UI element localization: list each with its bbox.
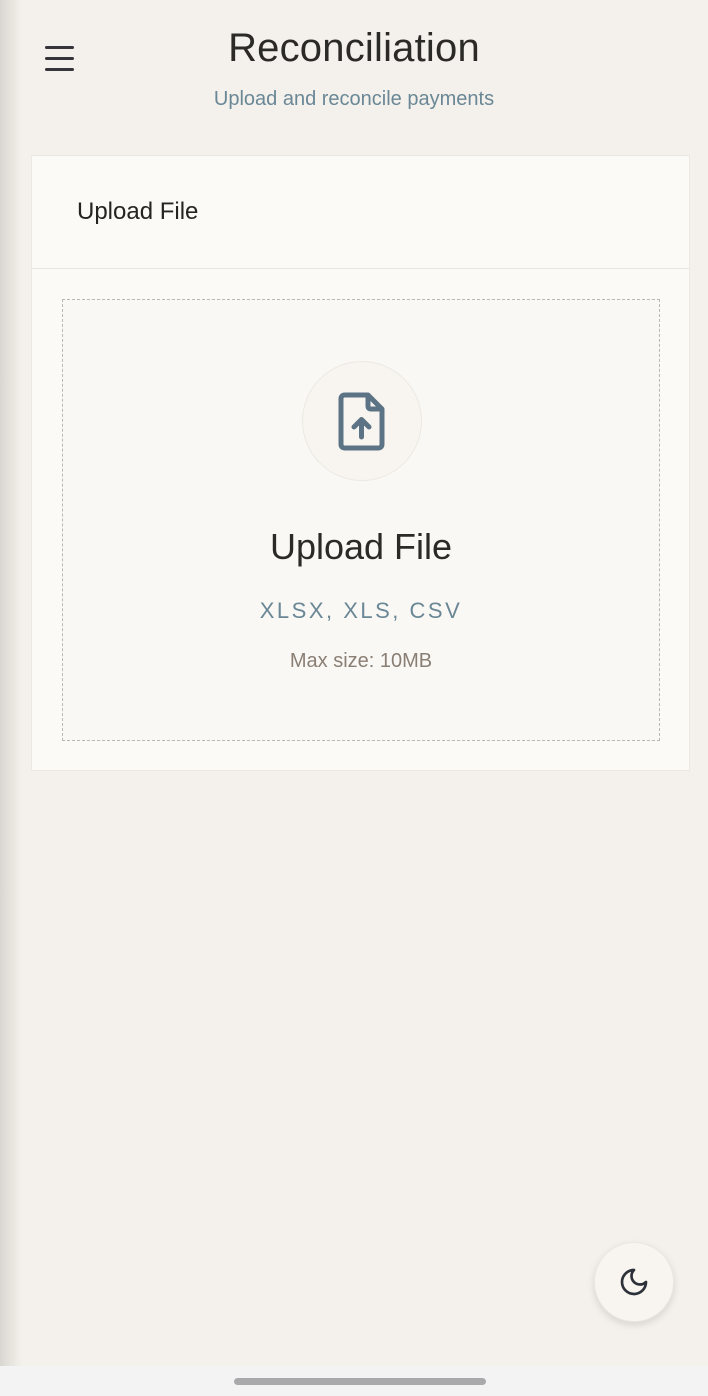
theme-toggle-button[interactable] — [594, 1242, 674, 1322]
file-dropzone[interactable]: Upload File XLSX, XLS, CSV Max size: 10M… — [62, 299, 660, 741]
moon-icon — [620, 1268, 648, 1296]
card-header: Upload File — [32, 156, 689, 269]
page-subtitle: Upload and reconcile payments — [213, 88, 495, 110]
upload-icon-circle — [302, 361, 422, 481]
edge-shadow — [0, 0, 22, 1366]
card-title: Upload File — [77, 198, 199, 225]
accepted-formats: XLSX, XLS, CSV — [259, 598, 463, 623]
page-title: Reconciliation — [228, 26, 480, 70]
file-upload-icon — [338, 392, 385, 451]
max-file-size: Max size: 10MB — [289, 650, 433, 672]
upload-card: Upload File Upload File XLSX, XLS, CSV M… — [31, 155, 690, 771]
dropzone-title: Upload File — [269, 526, 453, 567]
home-indicator[interactable] — [234, 1378, 486, 1385]
system-navigation-bar — [0, 1366, 708, 1396]
screen: Reconciliation Upload and reconcile paym… — [0, 0, 708, 1396]
